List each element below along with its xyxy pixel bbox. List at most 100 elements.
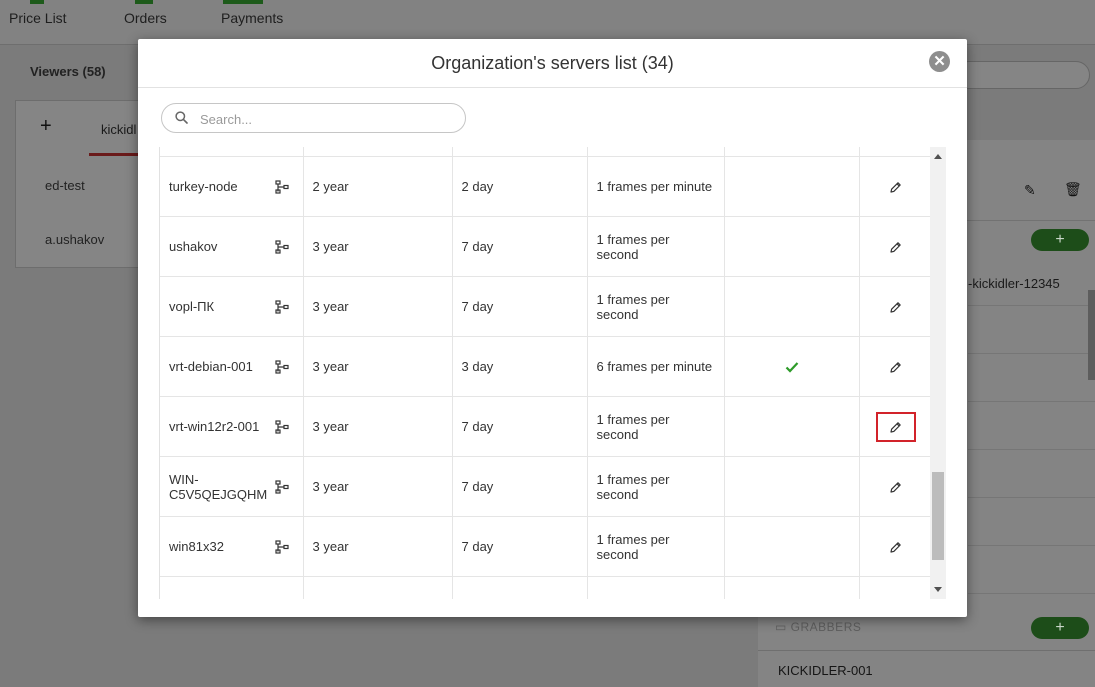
edit-button[interactable] xyxy=(876,352,916,382)
modal-title: Organization's servers list (34) xyxy=(431,53,674,73)
scroll-down-icon[interactable] xyxy=(934,587,942,592)
status-cell xyxy=(724,156,860,217)
table-row xyxy=(160,147,933,157)
pencil-icon[interactable]: ✎ xyxy=(1024,182,1036,199)
table-row: win81x32 3 year 7 day 1 frames per second xyxy=(160,516,933,577)
server-name-cell: turkey-node xyxy=(160,156,304,217)
table-row: vrt-debian-001 3 year 3 day 6 frames per mi… xyxy=(160,336,933,397)
period-cell: 7 day xyxy=(452,456,588,517)
status-cell xyxy=(724,396,860,457)
pencil-icon xyxy=(890,541,901,553)
close-icon[interactable]: ✕ xyxy=(929,51,950,72)
trash-icon[interactable]: 🗑 xyxy=(1064,181,1082,198)
edit-button[interactable] xyxy=(875,411,916,442)
pencil-icon xyxy=(890,241,901,253)
server-name-cell: vrt-win12r2-001 xyxy=(160,396,304,457)
frame-rate-cell: 6 frames per minute xyxy=(587,336,725,397)
servers-list-modal: Organization's servers list (34) ✕ turke… xyxy=(138,39,967,617)
grabbers-header: ▭ GRABBERS xyxy=(775,620,861,634)
period-cell: 7 day xyxy=(452,216,588,277)
retention-cell: 3 year xyxy=(303,516,453,577)
nav-orders[interactable]: Orders xyxy=(124,10,167,26)
retention-years: 3 year xyxy=(312,419,349,434)
tree-icon[interactable] xyxy=(274,479,289,494)
modal-header: Organization's servers list (34) ✕ xyxy=(138,39,967,88)
edit-button[interactable] xyxy=(876,292,916,322)
status-cell xyxy=(724,336,860,397)
scrollbar-thumb[interactable] xyxy=(932,472,944,560)
retention-years: 3 year xyxy=(312,479,349,494)
edit-cell xyxy=(859,576,933,599)
tree-icon[interactable] xyxy=(274,419,289,434)
row-divider xyxy=(968,545,1095,546)
pencil-icon xyxy=(890,301,901,313)
edit-cell xyxy=(859,516,933,577)
add-grabber-button[interactable]: + xyxy=(1031,617,1089,639)
pencil-icon xyxy=(890,421,901,433)
edit-cell xyxy=(859,396,933,457)
frame-rate: 6 frames per minute xyxy=(596,359,713,374)
search-input[interactable] xyxy=(198,108,457,130)
payments-icon xyxy=(223,0,263,4)
retention-years: 3 year xyxy=(312,539,349,554)
pencil-icon xyxy=(890,361,901,373)
frame-rate-cell: 1 frames per second xyxy=(587,276,725,337)
edit-cell xyxy=(859,456,933,517)
status-cell xyxy=(724,147,860,157)
frame-rate-cell: 1 frames per second xyxy=(587,396,725,457)
period-cell: 7 day xyxy=(452,276,588,337)
add-button[interactable]: + xyxy=(1031,229,1089,251)
tree-icon[interactable] xyxy=(274,299,289,314)
viewer-row[interactable]: ed-test xyxy=(45,178,85,193)
server-name-cell xyxy=(160,147,304,157)
table-scrollbar[interactable] xyxy=(930,147,946,599)
edit-cell xyxy=(859,147,933,157)
nav-payments[interactable]: Payments xyxy=(221,10,283,26)
edit-button[interactable] xyxy=(876,532,916,562)
period-cell: 2 day xyxy=(452,156,588,217)
status-cell xyxy=(724,456,860,517)
edit-button[interactable] xyxy=(876,232,916,262)
background-search-input[interactable] xyxy=(955,61,1090,89)
frame-rate-cell: 1 frames per second xyxy=(587,216,725,277)
server-name-cell xyxy=(160,576,304,599)
retention-years: 3 year xyxy=(312,299,349,314)
grabbers-header-label: GRABBERS xyxy=(790,620,862,634)
nav-active-marker xyxy=(30,0,44,4)
frame-rate-cell: 1 frames per minute xyxy=(587,156,725,217)
row-divider xyxy=(968,353,1095,354)
scroll-up-icon[interactable] xyxy=(934,154,942,159)
nav-price-list[interactable]: Price List xyxy=(9,10,67,26)
period-cell: 7 day xyxy=(452,516,588,577)
viewers-tab[interactable]: kickidl xyxy=(101,122,136,137)
edit-cell xyxy=(859,336,933,397)
server-name: win81x32 xyxy=(169,539,224,554)
grabber-row[interactable]: KICKIDLER-001 xyxy=(778,663,873,678)
server-row-label: -kickidler-12345 xyxy=(968,276,1060,291)
table-row: turkey-node 2 year 2 day 1 frames per minut… xyxy=(160,156,933,217)
tree-icon[interactable] xyxy=(274,179,289,194)
viewers-panel: + kickidl ed-test a.ushakov xyxy=(15,100,149,268)
viewer-row[interactable]: a.ushakov xyxy=(45,232,104,247)
add-viewer-button[interactable]: + xyxy=(40,115,52,138)
table-row: ushakov 3 year 7 day 1 frames per second xyxy=(160,216,933,277)
check-icon xyxy=(785,361,798,373)
status-cell xyxy=(724,576,860,599)
edit-cell xyxy=(859,216,933,277)
pencil-icon xyxy=(890,181,901,193)
search-field[interactable] xyxy=(161,103,466,133)
tree-icon[interactable] xyxy=(274,239,289,254)
edit-cell xyxy=(859,276,933,337)
grabbers-divider xyxy=(758,650,1095,651)
retention-cell: 3 year xyxy=(303,276,453,337)
row-divider xyxy=(968,401,1095,402)
row-divider xyxy=(968,449,1095,450)
tree-icon[interactable] xyxy=(274,359,289,374)
edit-button[interactable] xyxy=(876,172,916,202)
background-scrollbar[interactable] xyxy=(1088,290,1095,380)
edit-button[interactable] xyxy=(876,472,916,502)
retention-days: 7 day xyxy=(461,479,494,494)
frame-rate-cell: 1 frames per xyxy=(587,576,725,599)
servers-table: turkey-node 2 year 2 day 1 frames per minut… xyxy=(160,147,933,599)
tree-icon[interactable] xyxy=(274,539,289,554)
